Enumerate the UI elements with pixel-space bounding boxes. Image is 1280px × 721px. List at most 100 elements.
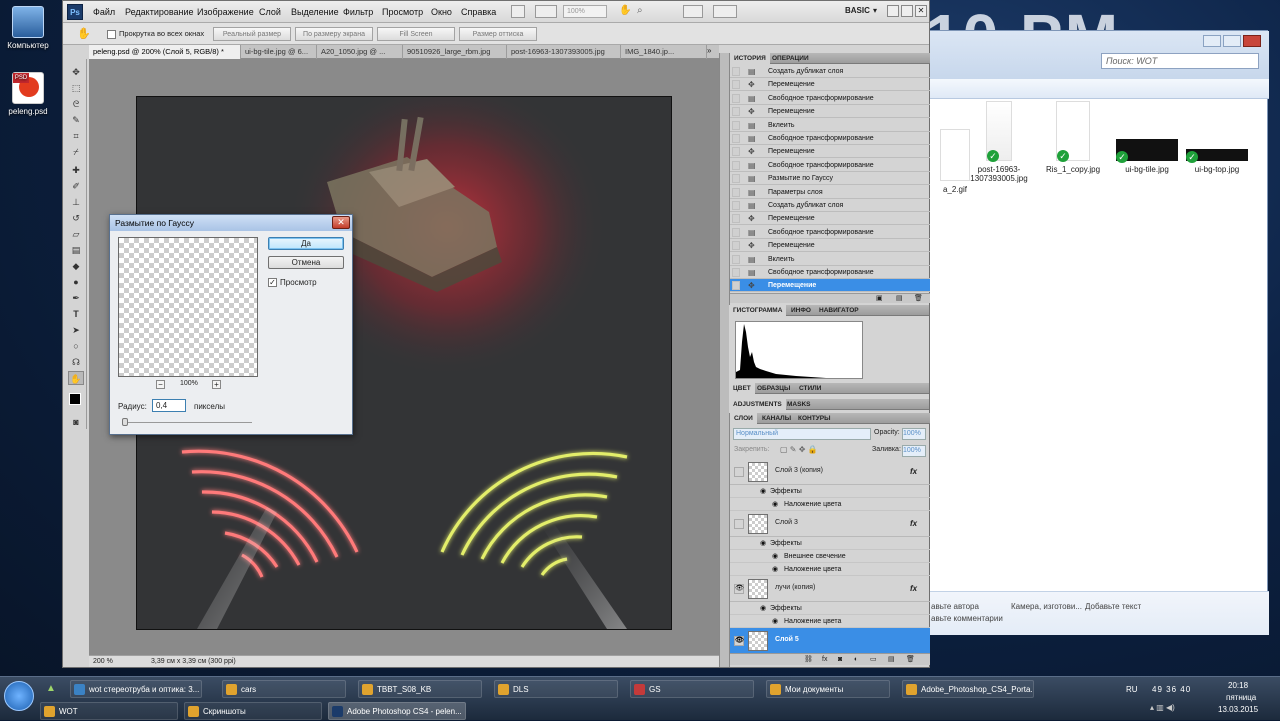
history-item[interactable]: ▤ Создать дубликат слоя [730, 65, 930, 78]
tab-post-16963[interactable]: post-16963-1307393005.jpg [507, 45, 621, 59]
tab-history[interactable]: ИСТОРИЯ [730, 53, 770, 64]
taskbar-button[interactable]: wot стереотруба и оптика: 3... [70, 680, 202, 698]
fill-input[interactable]: 100% [902, 445, 926, 457]
layer-fx-icon[interactable]: fx [910, 467, 917, 476]
tab-img-1840[interactable]: IMG_1840.jp... [621, 45, 707, 59]
effect-visibility-icon[interactable]: ◉ [772, 550, 778, 563]
history-brush-source-icon[interactable] [732, 147, 740, 157]
scroll-all-windows-checkbox[interactable] [107, 30, 116, 39]
bridge-icon[interactable] [511, 5, 525, 18]
history-brush-source-icon[interactable] [732, 107, 740, 117]
tab-actions[interactable]: ОПЕРАЦИИ [768, 53, 813, 64]
tab-channels[interactable]: КАНАЛЫ [758, 413, 795, 424]
file-item[interactable]: ✓ ui-bg-tile.jpg [1111, 139, 1183, 174]
screen-mode-icon[interactable] [713, 5, 737, 18]
history-item[interactable]: ▤ Создать дубликат слоя [730, 199, 930, 212]
menu-layer[interactable]: Слой [259, 1, 281, 23]
eyedropper-tool-icon[interactable]: ⌿ [68, 145, 84, 159]
menu-window[interactable]: Окно [431, 1, 452, 23]
language-indicator[interactable]: RU [1126, 685, 1138, 694]
history-item[interactable]: ✥ Перемещение [730, 239, 930, 253]
more-tabs-icon[interactable]: » [707, 46, 711, 55]
group-icon[interactable]: ▭ [870, 654, 877, 665]
hand-tool-icon[interactable]: ✋ [68, 371, 84, 385]
file-item[interactable]: ✓ ui-bg-top.jpg [1181, 149, 1253, 174]
add-mask-icon[interactable]: ◙ [838, 654, 842, 665]
layer-row[interactable]: 👁 лучи (копия) fx [730, 576, 930, 602]
layer-name[interactable]: лучи (копия) [775, 584, 815, 591]
adjustment-layer-icon[interactable]: ◐ [854, 654, 858, 665]
lasso-tool-icon[interactable]: ᘓ [68, 97, 84, 111]
tab-a20[interactable]: A20_1050.jpg @ ... [317, 45, 403, 59]
menu-filter[interactable]: Фильтр [343, 1, 373, 23]
menu-edit[interactable]: Редактирование [125, 1, 194, 23]
menu-help[interactable]: Справка [461, 1, 496, 23]
layer-effect-item[interactable]: ◉ Наложение цвета [730, 498, 930, 511]
history-brush-source-icon[interactable] [732, 174, 740, 184]
quick-select-icon[interactable]: ✎ [68, 113, 84, 127]
fill-screen-button[interactable]: Fill Screen [377, 27, 455, 41]
blur-preview[interactable] [118, 237, 258, 377]
history-item[interactable]: ▤ Свободное трансформирование [730, 132, 930, 145]
shape-tool-icon[interactable]: ○ [68, 339, 84, 353]
history-brush-source-icon[interactable] [732, 93, 740, 103]
new-snapshot-icon[interactable]: ▣ [876, 294, 883, 302]
effect-visibility-icon[interactable]: ◉ [772, 563, 778, 576]
tab-color[interactable]: ЦВЕТ [729, 383, 755, 394]
layer-fx-icon[interactable]: fx [910, 519, 917, 528]
tab-adjustments[interactable]: ADJUSTMENTS [729, 399, 786, 410]
taskbar-button[interactable]: GS [630, 680, 754, 698]
3d-rotate-icon[interactable]: ☊ [68, 355, 84, 369]
zoom-icon[interactable]: ⌕ [637, 5, 649, 18]
hand-tool-icon[interactable]: ✋ [77, 27, 91, 40]
type-tool-icon[interactable]: T [68, 307, 84, 321]
arrange-icon[interactable] [535, 5, 557, 18]
radius-slider-handle[interactable] [122, 418, 128, 426]
dodge-tool-icon[interactable]: ● [68, 275, 84, 289]
detail-text[interactable]: Добавьте текст [1085, 602, 1141, 611]
computer-desktop-icon[interactable]: Компьютер [0, 6, 56, 50]
print-size-button[interactable]: Размер оттиска [459, 27, 537, 41]
history-item[interactable]: ▤ Вклеить [730, 253, 930, 266]
history-brush-source-icon[interactable] [732, 241, 740, 251]
layer-row[interactable]: Слой 3 fx [730, 511, 930, 537]
zoom-level-field[interactable]: 100% [563, 5, 607, 18]
visibility-eye-icon[interactable]: 👁 [734, 636, 744, 646]
cancel-button[interactable]: Отмена [268, 256, 344, 269]
effects-visibility-icon[interactable]: ◉ [760, 485, 766, 498]
history-brush-source-icon[interactable] [732, 254, 740, 264]
tab-histogram[interactable]: ГИСТОГРАММА [729, 305, 787, 316]
taskbar-button[interactable]: Adobe Photoshop CS4 - pelen... [328, 702, 466, 720]
radius-input[interactable]: 0,4 [152, 399, 186, 412]
detail-camera[interactable]: Камера, изготови... [1011, 602, 1082, 611]
tab-masks[interactable]: MASKS [783, 399, 814, 410]
layer-thumbnail[interactable] [748, 462, 768, 482]
pen-tool-icon[interactable]: ✒ [68, 291, 84, 305]
history-brush-source-icon[interactable] [732, 120, 740, 130]
new-document-icon[interactable]: ▤ [896, 294, 903, 302]
maximize-button[interactable] [1223, 35, 1241, 47]
fit-screen-button[interactable]: По размеру экрана [295, 27, 373, 41]
taskbar-button[interactable]: WOT [40, 702, 178, 720]
foreground-color-swatch[interactable] [69, 393, 81, 405]
restore-button[interactable] [901, 5, 913, 17]
extras-icon[interactable] [683, 5, 703, 18]
link-layers-icon[interactable]: ⛓ [804, 654, 813, 665]
history-item[interactable]: ▤ Свободное трансформирование [730, 159, 930, 172]
status-zoom[interactable]: 200 % [93, 656, 113, 668]
trash-icon[interactable]: 🗑 [914, 294, 923, 302]
effect-visibility-icon[interactable]: ◉ [772, 615, 778, 628]
clone-stamp-icon[interactable]: ⊥ [68, 195, 84, 209]
lock-icons[interactable]: ▢ ✎ ✥ 🔒 [780, 445, 818, 454]
healing-brush-icon[interactable]: ✚ [68, 163, 84, 177]
history-item[interactable]: ✥ Перемещение [730, 105, 930, 119]
tab-paths[interactable]: КОНТУРЫ [794, 413, 834, 424]
menu-view[interactable]: Просмотр [382, 1, 423, 23]
history-item[interactable]: ✥ Перемещение [730, 145, 930, 159]
detail-comments[interactable]: авьте комментарии [931, 614, 1003, 623]
preview-checkbox[interactable]: ✓ [268, 278, 277, 287]
brush-tool-icon[interactable]: ✐ [68, 179, 84, 193]
blend-mode-select[interactable]: Нормальный [733, 428, 871, 440]
workspace-switcher[interactable]: BASIC [845, 6, 870, 15]
minimize-button[interactable] [1203, 35, 1221, 47]
